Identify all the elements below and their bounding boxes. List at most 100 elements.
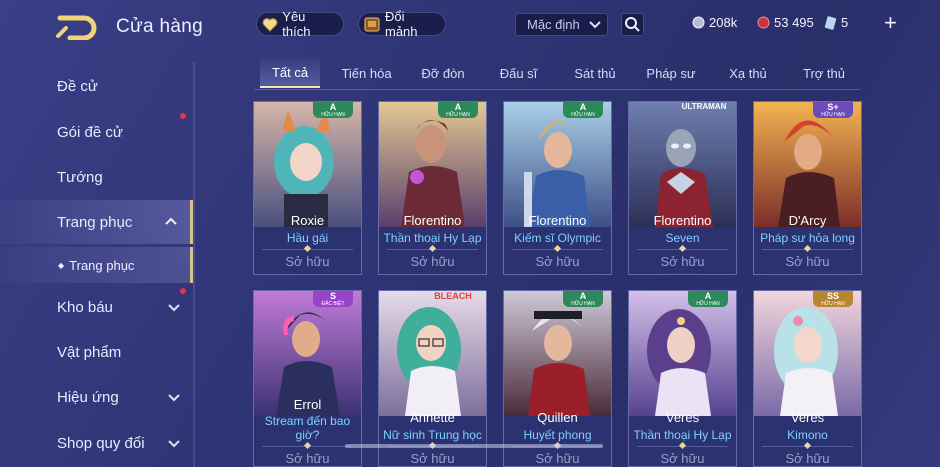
gem-value: 53 495 <box>774 15 814 30</box>
sidebar-subitem-label: Trang phục <box>69 257 135 273</box>
skin-art <box>504 102 611 227</box>
card-divider <box>762 441 853 450</box>
chevron-down-icon <box>167 300 181 314</box>
skin-card[interactable]: A HỮU HẠN Roxie Hầu gái Sở hữu <box>253 101 362 275</box>
tab-all[interactable]: Tất cả <box>260 58 320 88</box>
hero-name: Veres <box>665 410 700 425</box>
card-divider <box>637 441 728 450</box>
chevron-down-icon <box>167 436 181 450</box>
hero-name: Florentino <box>403 213 462 228</box>
sidebar-item-label: Vật phẩm <box>57 343 122 361</box>
rank-badge: A HỮU HẠN <box>563 102 603 118</box>
sidebar-divider <box>193 62 195 467</box>
voucher-value: 5 <box>841 15 849 30</box>
skin-name: Seven <box>665 231 700 245</box>
owned-status: Sở hữu <box>660 451 705 466</box>
collab-badge: BLEACH <box>434 291 472 301</box>
shard-chest-icon <box>363 15 381 33</box>
hero-name: D'Arcy <box>788 213 827 228</box>
sidebar-item-recommended[interactable]: Đề cử <box>0 64 193 108</box>
sidebar-item-effects[interactable]: Hiệu ứng <box>0 375 193 419</box>
gold-balance: 208k <box>692 15 737 30</box>
skin-name: Thần thoại Hy Lạp <box>383 231 482 245</box>
tab-mage[interactable]: Pháp sư <box>641 58 701 88</box>
skin-card[interactable]: ULTRAMAN Florentino Seven Sở hữu <box>628 101 737 275</box>
chevron-down-icon <box>167 390 181 404</box>
sidebar-item-label: Trang phục <box>57 213 133 231</box>
skin-art <box>379 102 486 227</box>
collab-badge: ULTRAMAN <box>681 102 727 111</box>
sidebar-item-items[interactable]: Vật phẩm <box>0 330 193 374</box>
skin-card[interactable]: S ĐẶC BIỆT Errol Stream đến bao giờ? Sở h… <box>253 290 362 467</box>
skin-art <box>254 102 361 227</box>
skin-card[interactable]: BLEACH Annette Nữ sinh Trung học Sở hữu <box>378 290 487 467</box>
skin-art <box>379 291 486 416</box>
skin-art <box>629 102 736 227</box>
gold-value: 208k <box>709 15 738 30</box>
sort-dropdown[interactable]: Mặc định <box>515 13 608 36</box>
hero-name: Quillen <box>537 410 578 425</box>
skin-card[interactable]: SS HỮU HẠN Veres Kimono Sở hữu <box>753 290 862 467</box>
owned-status: Sở hữu <box>535 254 580 269</box>
sidebar-item-label: Hiệu ứng <box>57 388 119 406</box>
tab-marksman[interactable]: Xạ thủ <box>721 58 775 88</box>
exchange-label: Đổi mảnh <box>385 9 418 39</box>
tab-tank[interactable]: Đỡ đòn <box>414 58 472 88</box>
tab-fighter[interactable]: Đấu sĩ <box>491 58 546 88</box>
owned-status: Sở hữu <box>785 451 830 466</box>
plus-icon: + <box>884 10 897 35</box>
tab-assassin[interactable]: Sát thủ <box>567 58 623 88</box>
owned-status: Sở hữu <box>410 254 455 269</box>
chevron-down-icon <box>588 17 602 31</box>
sidebar-item-treasure[interactable]: Kho báu <box>0 285 193 329</box>
add-currency-button[interactable]: + <box>884 10 897 35</box>
back-icon[interactable] <box>56 14 98 41</box>
skin-name: Huyết phong <box>523 428 592 442</box>
skin-card[interactable]: S+ HỮU HẠN D'Arcy Pháp sư hỏa long Sở hữu <box>753 101 862 275</box>
tab-support[interactable]: Trợ thủ <box>796 58 852 88</box>
bullet-icon: ◆ <box>58 260 65 270</box>
skin-name: Thần thoại Hy Lạp <box>633 428 732 442</box>
skin-name: Kimono <box>787 428 828 442</box>
rank-badge: A HỮU HẠN <box>688 291 728 307</box>
exchange-shards-button[interactable]: Đổi mảnh <box>358 9 446 39</box>
sidebar-subitem-skins[interactable]: ◆ Trang phục <box>0 247 193 283</box>
sidebar-item-label: Gói đề cử <box>57 123 123 141</box>
tab-evolution[interactable]: Tiến hóa <box>334 58 399 88</box>
card-divider <box>262 244 353 253</box>
card-divider <box>637 244 728 253</box>
sidebar-item-label: Shop quy đổi <box>57 434 145 452</box>
hero-name: Errol <box>293 397 322 412</box>
gem-balance: 53 495 <box>757 15 814 30</box>
skin-card[interactable]: A HỮU HẠN Florentino Thần thoại Hy Lạp Sở… <box>378 101 487 275</box>
skin-art <box>754 291 861 416</box>
sidebar: Đề cử Gói đề cử Tướng Trang phục ◆ Trang… <box>0 62 193 467</box>
voucher-balance: 5 <box>824 15 848 30</box>
sidebar-item-heroes[interactable]: Tướng <box>0 155 193 199</box>
owned-status: Sở hữu <box>285 254 330 269</box>
favorite-button[interactable]: Yêu thích <box>256 9 344 39</box>
sidebar-item-recommended-bundles[interactable]: Gói đề cử <box>0 110 193 154</box>
rank-badge: A HỮU HẠN <box>438 102 478 118</box>
tab-divider <box>254 89 860 90</box>
chevron-up-icon <box>164 215 178 229</box>
skin-card[interactable]: A HỮU HẠN Veres Thần thoại Hy Lạp Sở hữu <box>628 290 737 467</box>
hero-name: Florentino <box>528 213 587 228</box>
heart-icon <box>261 15 278 33</box>
horizontal-scrollbar[interactable] <box>345 444 603 448</box>
page-title: Cửa hàng <box>116 16 203 37</box>
sidebar-item-exchange-shop[interactable]: Shop quy đổi <box>0 421 193 465</box>
card-divider <box>262 441 353 450</box>
voucher-icon <box>824 15 837 30</box>
skin-card[interactable]: A HỮU HẠN Florentino Kiếm sĩ Olympic Sở h… <box>503 101 612 275</box>
skin-art <box>504 291 611 416</box>
owned-status: Sở hữu <box>285 451 330 466</box>
owned-status: Sở hữu <box>785 254 830 269</box>
search-button[interactable] <box>621 13 644 36</box>
top-bar: Cửa hàng Yêu thích Đổi mảnh Mặc định 208… <box>0 0 940 50</box>
rank-badge: A HỮU HẠN <box>313 102 353 118</box>
skin-card[interactable]: A HỮU HẠN Quillen Huyết phong Sở hữu <box>503 290 612 467</box>
sidebar-item-label: Kho báu <box>57 298 113 316</box>
card-divider <box>762 244 853 253</box>
sidebar-item-skins[interactable]: Trang phục <box>0 200 193 244</box>
